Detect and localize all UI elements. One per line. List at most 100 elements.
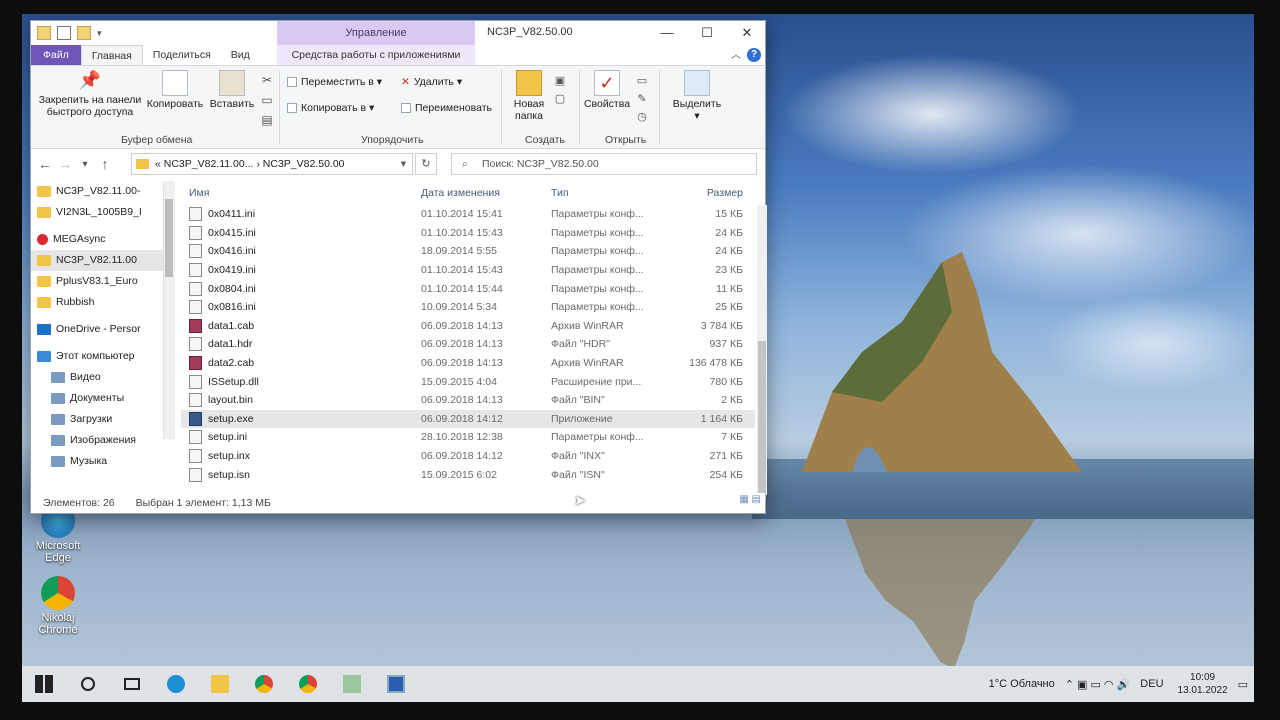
folder-icon [37, 26, 51, 40]
task-view-button[interactable] [110, 666, 154, 702]
copy-to-button[interactable]: Копировать в ▾ [287, 102, 374, 114]
refresh-button[interactable]: ↻ [415, 153, 437, 175]
maximize-button[interactable]: ☐ [687, 21, 727, 45]
file-row[interactable]: setup.exe 06.09.2018 14:12 Приложение 1 164… [181, 409, 755, 429]
help-icon[interactable]: ? [747, 48, 761, 62]
properties-button[interactable]: ✓ Свойства [583, 70, 631, 110]
address-path[interactable]: « NC3P_V82.11.00... › NC3P_V82.50.00 ▾ [131, 153, 413, 175]
file-row[interactable]: ISSetup.dll 15.09.2015 4:04 Расширение при… [181, 372, 755, 391]
file-row[interactable]: 0x0804.ini 01.10.2014 15:44 Параметры конф… [181, 279, 755, 298]
sidebar-item[interactable]: Изображения [31, 430, 175, 451]
file-row[interactable]: data1.cab 06.09.2018 14:13 Архив WinRAR 3 7… [181, 317, 755, 336]
file-explorer-window[interactable]: ▾ Управление NC3P_V82.50.00 — ☐ ✕ Файл Г… [30, 20, 767, 514]
close-button[interactable]: ✕ [727, 21, 767, 45]
qa-dropdown-icon[interactable]: ▾ [97, 28, 102, 39]
title-bar[interactable]: ▾ Управление NC3P_V82.50.00 — ☐ ✕ [31, 21, 765, 45]
taskbar-setup[interactable] [374, 666, 418, 702]
language-indicator[interactable]: DEU [1140, 678, 1163, 690]
chevron-up-icon[interactable]: ︿ [731, 46, 741, 61]
file-row[interactable]: setup.ini 28.10.2018 12:38 Параметры конф.… [181, 428, 755, 447]
sidebar-item-label: Загрузки [70, 413, 113, 425]
taskbar-chrome-1[interactable] [242, 666, 286, 702]
column-header-name[interactable]: Имя [181, 187, 421, 199]
column-header-type[interactable]: Тип [551, 187, 661, 199]
file-date: 18.09.2014 5:55 [421, 245, 497, 258]
file-row[interactable]: 0x0816.ini 10.09.2014 5:34 Параметры конф.… [181, 298, 755, 317]
delete-label: Удалить ▾ [413, 76, 463, 88]
file-list-scrollbar-thumb[interactable] [758, 341, 766, 501]
new-folder-button[interactable]: Новая папка [509, 70, 549, 122]
tab-app-tools[interactable]: Средства работы с приложениями [277, 45, 475, 65]
file-row[interactable]: data1.hdr 06.09.2018 14:13 Файл "HDR" 937 К… [181, 335, 755, 354]
file-row[interactable]: 0x0419.ini 01.10.2014 15:43 Параметры конф… [181, 261, 755, 280]
properties-qa-icon[interactable] [57, 26, 71, 40]
clock[interactable]: 10:09 13.01.2022 [1178, 671, 1228, 697]
file-date: 28.10.2018 12:38 [421, 431, 503, 444]
file-row[interactable]: 0x0416.ini 18.09.2014 5:55 Параметры конф.… [181, 242, 755, 261]
edge-label-line2: Edge [45, 552, 71, 564]
taskbar-app[interactable] [330, 666, 374, 702]
notifications-icon[interactable]: ▭ [1238, 678, 1248, 691]
sidebar-item[interactable]: Музыка [31, 451, 175, 472]
rename-button[interactable]: Переименовать [401, 102, 492, 114]
search-taskbar-button[interactable] [66, 666, 110, 702]
sidebar-item[interactable]: OneDrive - Persor [31, 319, 175, 340]
file-row[interactable]: setup.isn 15.09.2015 6:02 Файл "ISN" 254 КБ [181, 465, 755, 484]
tab-file[interactable]: Файл [31, 45, 81, 65]
back-button[interactable]: ← [35, 156, 55, 172]
column-header-date[interactable]: Дата изменения [421, 187, 551, 199]
new-item-shortcut-icons[interactable]: ▣ ▢ [551, 72, 569, 108]
sidebar-item[interactable]: MEGAsync [31, 229, 175, 250]
context-tab-manage[interactable]: Управление [277, 21, 475, 45]
copy-button[interactable]: Копировать [145, 70, 205, 110]
move-to-button[interactable]: Переместить в ▾ [287, 76, 382, 88]
column-header-size[interactable]: Размер [661, 187, 743, 199]
start-button[interactable] [22, 666, 66, 702]
tray-icons[interactable]: ⌃ ▣ ▭ ◠ 🔊 [1065, 678, 1131, 691]
sidebar-item[interactable]: Этот компьютер [31, 346, 175, 367]
paste-button[interactable]: Вставить [207, 70, 257, 110]
file-size: 25 КБ [715, 301, 743, 314]
onedrive-icon [37, 323, 51, 335]
up-button[interactable]: ↑ [95, 156, 115, 172]
nav-scrollbar-thumb[interactable] [165, 199, 173, 277]
file-row[interactable]: 0x0415.ini 01.10.2014 15:43 Параметры конф… [181, 224, 755, 243]
view-toggle-icons[interactable]: ▦ ▤ [739, 490, 761, 510]
taskbar-chrome-2[interactable] [286, 666, 330, 702]
sidebar-item[interactable]: Видео [31, 367, 175, 388]
taskbar-explorer[interactable] [198, 666, 242, 702]
file-row[interactable]: data2.cab 06.09.2018 14:13 Архив WinRAR 136… [181, 354, 755, 373]
sidebar-item[interactable]: Документы [31, 388, 175, 409]
properties-check-icon: ✓ [594, 70, 620, 96]
sidebar-item[interactable]: VI2N3L_1005B9_I [31, 202, 175, 223]
tab-view[interactable]: Вид [221, 45, 260, 65]
new-folder-qa-icon[interactable] [77, 26, 91, 40]
sidebar-item[interactable]: Rubbish [31, 292, 175, 313]
sidebar-item[interactable]: PplusV83.1_Euro [31, 271, 175, 292]
address-dropdown-icon[interactable]: ▾ [401, 154, 406, 174]
weather-widget[interactable]: 1°C Облачно [989, 678, 1055, 690]
select-button[interactable]: Выделить ▾ [667, 70, 727, 122]
copy-label: Копировать [146, 98, 204, 110]
forward-button[interactable]: → [55, 156, 75, 172]
recent-locations-button[interactable]: ▾ [75, 159, 95, 170]
file-type: Файл "BIN" [551, 394, 605, 407]
pin-quick-access-button[interactable]: 📌 Закрепить на панели быстрого доступа [35, 70, 145, 118]
file-size: 24 КБ [715, 226, 743, 239]
file-row[interactable]: setup.inx 06.09.2018 14:12 Файл "INX" 271 К… [181, 447, 755, 466]
taskbar-edge[interactable] [154, 666, 198, 702]
file-row[interactable]: layout.bin 06.09.2018 14:13 Файл "BIN" 2 КБ [181, 391, 755, 410]
open-edit-history-icons[interactable]: ▭ ✎ ◷ [633, 72, 651, 126]
tab-share[interactable]: Поделиться [143, 45, 221, 65]
file-row[interactable]: 0x0411.ini 01.10.2014 15:41 Параметры конф… [181, 205, 755, 224]
desktop-icon-chrome[interactable]: Nikolaj Chrome [26, 576, 90, 636]
search-input[interactable]: ⌕ Поиск: NC3P_V82.50.00 [451, 153, 757, 175]
sidebar-item[interactable]: NC3P_V82.11.00- [31, 181, 175, 202]
tab-home[interactable]: Главная [80, 44, 143, 66]
cut-copypath-shortcut-icons[interactable]: ✂ ▭ ▤ [259, 70, 275, 130]
file-name-cell: 0x0411.ini [181, 207, 421, 222]
delete-button[interactable]: ✕ Удалить ▾ [401, 76, 462, 88]
minimize-button[interactable]: — [647, 21, 687, 45]
sidebar-item[interactable]: Загрузки [31, 409, 175, 430]
sidebar-item[interactable]: NC3P_V82.11.00 [31, 250, 175, 271]
